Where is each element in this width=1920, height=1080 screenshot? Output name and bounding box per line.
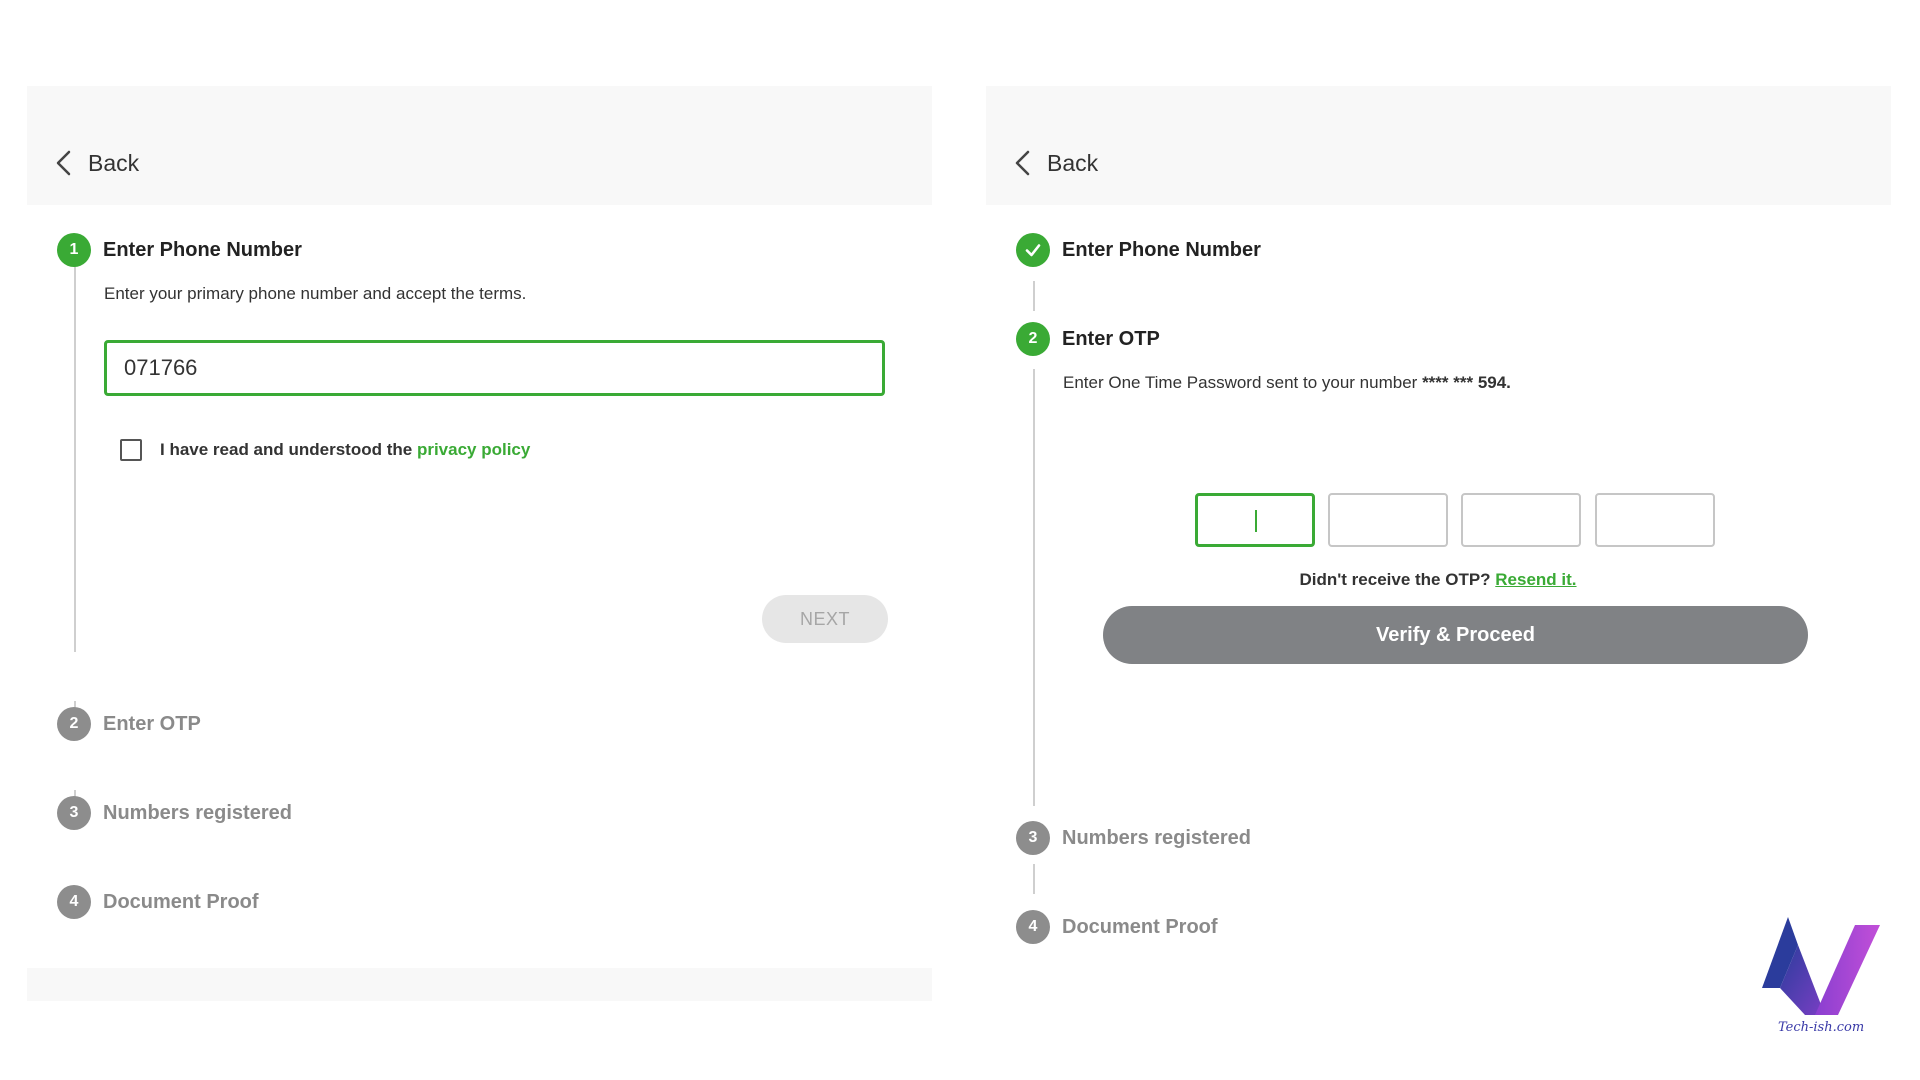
step-3: 3 Numbers registered (1016, 821, 1251, 855)
step-1: 1 Enter Phone Number (57, 233, 302, 267)
privacy-policy-link[interactable]: privacy policy (417, 440, 530, 459)
otp-description-text: Enter One Time Password sent to your num… (1063, 373, 1423, 392)
step-title: Numbers registered (103, 801, 292, 824)
step-number-badge: 2 (1016, 322, 1050, 356)
back-button[interactable]: Back (1013, 149, 1098, 177)
step-title: Enter OTP (103, 712, 201, 735)
checkbox-text: I have read and understood the (160, 440, 417, 459)
header-bar: Back (27, 86, 932, 205)
step-title: Document Proof (1062, 915, 1218, 938)
otp-digit-4[interactable] (1595, 493, 1715, 547)
step-title: Numbers registered (1062, 826, 1251, 849)
checkmark-icon (1025, 244, 1041, 257)
step-description: Enter your primary phone number and acce… (104, 284, 527, 303)
verify-proceed-button[interactable]: Verify & Proceed (1103, 606, 1808, 664)
step-2: 2 Enter OTP (57, 707, 201, 741)
step-number-badge: 3 (1016, 821, 1050, 855)
step-4: 4 Document Proof (57, 885, 259, 919)
step-title: Enter Phone Number (1062, 238, 1261, 261)
step-connector (1033, 281, 1035, 311)
back-button[interactable]: Back (54, 149, 139, 177)
phone-number-input[interactable] (104, 340, 885, 396)
otp-screen: Back Enter Phone Number 2 Enter OTP Ente… (986, 86, 1891, 1001)
privacy-checkbox[interactable] (120, 439, 142, 461)
checkbox-label: I have read and understood the privacy p… (160, 440, 530, 460)
chevron-left-icon (1015, 150, 1030, 176)
step-title: Enter OTP (1062, 327, 1160, 350)
step-connector (1033, 369, 1035, 806)
step-4: 4 Document Proof (1016, 910, 1218, 944)
step-3: 3 Numbers registered (57, 796, 292, 830)
phone-number-screen: Back 1 Enter Phone Number Enter your pri… (27, 86, 932, 1001)
step-number-badge: 4 (57, 885, 91, 919)
step-1: Enter Phone Number (1016, 233, 1261, 267)
step-number-badge: 1 (57, 233, 91, 267)
text-cursor (1255, 510, 1257, 532)
masked-phone-number: **** *** 594. (1422, 373, 1511, 392)
otp-digit-1[interactable] (1195, 493, 1315, 547)
back-label: Back (1047, 149, 1099, 176)
resend-link[interactable]: Resend it. (1495, 570, 1576, 589)
step-number-badge: 3 (57, 796, 91, 830)
privacy-consent-row: I have read and understood the privacy p… (120, 439, 530, 461)
otp-description: Enter One Time Password sent to your num… (1063, 373, 1511, 393)
step-complete-badge (1016, 233, 1050, 267)
otp-digit-3[interactable] (1461, 493, 1581, 547)
otp-digit-2[interactable] (1328, 493, 1448, 547)
watermark-text: Tech-ish.com (1778, 1020, 1865, 1035)
step-2: 2 Enter OTP (1016, 322, 1160, 356)
step-connector (74, 250, 76, 652)
step-number-badge: 2 (57, 707, 91, 741)
resend-row: Didn't receive the OTP? Resend it. (1098, 570, 1778, 590)
footer-bar (27, 968, 932, 1001)
resend-question: Didn't receive the OTP? (1299, 570, 1496, 589)
header-bar: Back (986, 86, 1891, 205)
back-label: Back (88, 149, 140, 176)
next-button[interactable]: NEXT (762, 595, 888, 643)
step-connector (1033, 864, 1035, 894)
step-title: Document Proof (103, 890, 259, 913)
chevron-left-icon (56, 150, 71, 176)
step-title: Enter Phone Number (103, 238, 302, 261)
step-number-badge: 4 (1016, 910, 1050, 944)
